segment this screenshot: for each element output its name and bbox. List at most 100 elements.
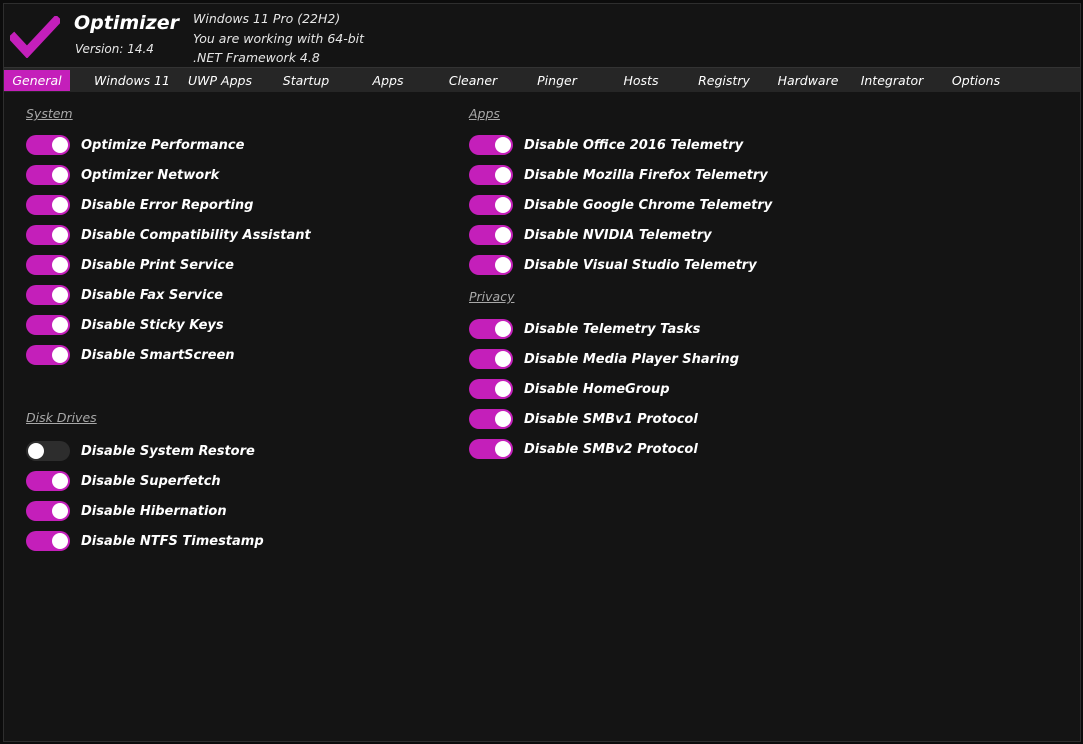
toggle-knob	[495, 137, 511, 153]
toggle-row-disable-error-reporting[interactable]: Disable Error Reporting	[26, 194, 254, 216]
toggle-knob	[52, 137, 68, 153]
toggle-switch[interactable]	[26, 441, 70, 461]
toggle-label: Disable SMBv1 Protocol	[524, 411, 698, 427]
toggle-label: Disable NTFS Timestamp	[81, 533, 264, 549]
toggle-row-disable-nvidia-telemetry[interactable]: Disable NVIDIA Telemetry	[469, 224, 712, 246]
toggle-row-disable-mozilla-firefox-telemetry[interactable]: Disable Mozilla Firefox Telemetry	[469, 164, 768, 186]
toggle-label: Disable Print Service	[81, 257, 234, 273]
toggle-switch[interactable]	[26, 501, 70, 521]
toggle-row-disable-google-chrome-telemetry[interactable]: Disable Google Chrome Telemetry	[469, 194, 772, 216]
section-title-apps: Apps	[469, 106, 500, 121]
tab-hosts[interactable]: Hosts	[597, 70, 685, 91]
app-window: Optimizer Version: 14.4 Windows 11 Pro (…	[3, 3, 1081, 742]
toggle-switch[interactable]	[469, 319, 513, 339]
tab-startup[interactable]: Startup	[262, 70, 350, 91]
toggle-knob	[495, 167, 511, 183]
toggle-row-disable-smbv2-protocol[interactable]: Disable SMBv2 Protocol	[469, 438, 698, 460]
toggle-row-disable-homegroup[interactable]: Disable HomeGroup	[469, 378, 670, 400]
tab-options[interactable]: Options	[932, 70, 1020, 91]
toggle-switch[interactable]	[469, 439, 513, 459]
system-info: Windows 11 Pro (22H2) You are working wi…	[193, 9, 364, 68]
toggle-label: Optimizer Network	[81, 167, 220, 183]
toggle-row-disable-ntfs-timestamp[interactable]: Disable NTFS Timestamp	[26, 530, 264, 552]
toggle-knob	[52, 347, 68, 363]
toggle-switch[interactable]	[26, 135, 70, 155]
toggle-row-disable-sticky-keys[interactable]: Disable Sticky Keys	[26, 314, 224, 336]
tab-general[interactable]: General	[4, 70, 70, 91]
toggle-row-disable-hibernation[interactable]: Disable Hibernation	[26, 500, 227, 522]
toggle-row-disable-office-2016-telemetry[interactable]: Disable Office 2016 Telemetry	[469, 134, 743, 156]
tab-pinger[interactable]: Pinger	[513, 70, 601, 91]
toggle-switch[interactable]	[469, 225, 513, 245]
tab-bar: General Windows 11 UWP Apps Startup Apps…	[4, 67, 1080, 92]
toggle-knob	[495, 411, 511, 427]
arch-info: You are working with 64-bit	[193, 30, 365, 46]
toggle-switch[interactable]	[26, 345, 70, 365]
toggle-row-disable-fax-service[interactable]: Disable Fax Service	[26, 284, 223, 306]
toggle-switch[interactable]	[469, 349, 513, 369]
tab-apps[interactable]: Apps	[344, 70, 432, 91]
toggle-row-disable-system-restore[interactable]: Disable System Restore	[26, 440, 255, 462]
toggle-knob	[52, 287, 68, 303]
toggle-label: Disable Error Reporting	[81, 197, 254, 213]
checkmark-icon	[10, 16, 60, 58]
toggle-row-disable-compatibility-assistant[interactable]: Disable Compatibility Assistant	[26, 224, 311, 246]
toggle-switch[interactable]	[26, 195, 70, 215]
tab-registry[interactable]: Registry	[680, 70, 768, 91]
tab-integrator[interactable]: Integrator	[848, 70, 936, 91]
section-title-system: System	[26, 106, 73, 121]
toggle-switch[interactable]	[26, 285, 70, 305]
toggle-switch[interactable]	[469, 135, 513, 155]
toggle-switch[interactable]	[26, 531, 70, 551]
toggle-knob	[52, 503, 68, 519]
toggle-knob	[52, 227, 68, 243]
framework-info: .NET Framework 4.8	[193, 50, 320, 65]
tab-windows-11[interactable]: Windows 11	[88, 70, 176, 91]
header: Optimizer Version: 14.4 Windows 11 Pro (…	[4, 4, 1080, 67]
toggle-switch[interactable]	[26, 165, 70, 185]
toggle-switch[interactable]	[26, 255, 70, 275]
toggle-row-disable-smbv1-protocol[interactable]: Disable SMBv1 Protocol	[469, 408, 698, 430]
toggle-knob	[52, 257, 68, 273]
toggle-row-optimize-performance[interactable]: Optimize Performance	[26, 134, 244, 156]
toggle-row-optimizer-network[interactable]: Optimizer Network	[26, 164, 219, 186]
toggle-knob	[52, 473, 68, 489]
toggle-switch[interactable]	[469, 409, 513, 429]
toggle-row-disable-telemetry-tasks[interactable]: Disable Telemetry Tasks	[469, 318, 700, 340]
toggle-switch[interactable]	[26, 225, 70, 245]
toggle-label: Disable Google Chrome Telemetry	[524, 197, 773, 213]
toggle-label: Disable Mozilla Firefox Telemetry	[524, 167, 768, 183]
toggle-row-disable-visual-studio-telemetry[interactable]: Disable Visual Studio Telemetry	[469, 254, 757, 276]
app-version: Version: 14.4	[75, 42, 154, 56]
tab-hardware[interactable]: Hardware	[764, 70, 852, 91]
toggle-knob	[52, 167, 68, 183]
toggle-switch[interactable]	[26, 315, 70, 335]
toggle-label: Disable Hibernation	[81, 503, 227, 519]
toggle-knob	[495, 441, 511, 457]
toggle-knob	[495, 321, 511, 337]
tab-uwp-apps[interactable]: UWP Apps	[176, 70, 264, 91]
toggle-knob	[52, 533, 68, 549]
toggle-knob	[52, 317, 68, 333]
os-info: Windows 11 Pro (22H2)	[193, 11, 341, 26]
toggle-switch[interactable]	[469, 165, 513, 185]
section-title-privacy: Privacy	[469, 289, 515, 304]
app-title: Optimizer	[74, 12, 179, 34]
toggle-knob	[52, 197, 68, 213]
toggle-switch[interactable]	[469, 379, 513, 399]
tab-cleaner[interactable]: Cleaner	[429, 70, 517, 91]
toggle-row-disable-print-service[interactable]: Disable Print Service	[26, 254, 234, 276]
toggle-label: Optimize Performance	[81, 137, 245, 153]
toggle-label: Disable System Restore	[81, 443, 255, 459]
toggle-switch[interactable]	[26, 471, 70, 491]
toggle-label: Disable Office 2016 Telemetry	[524, 137, 744, 153]
toggle-row-disable-media-player-sharing[interactable]: Disable Media Player Sharing	[469, 348, 739, 370]
toggle-knob	[495, 257, 511, 273]
toggle-label: Disable SMBv2 Protocol	[524, 441, 698, 457]
toggle-row-disable-smartscreen[interactable]: Disable SmartScreen	[26, 344, 235, 366]
toggle-row-disable-superfetch[interactable]: Disable Superfetch	[26, 470, 221, 492]
toggle-knob	[495, 381, 511, 397]
toggle-switch[interactable]	[469, 255, 513, 275]
toggle-label: Disable Superfetch	[81, 473, 221, 489]
toggle-switch[interactable]	[469, 195, 513, 215]
